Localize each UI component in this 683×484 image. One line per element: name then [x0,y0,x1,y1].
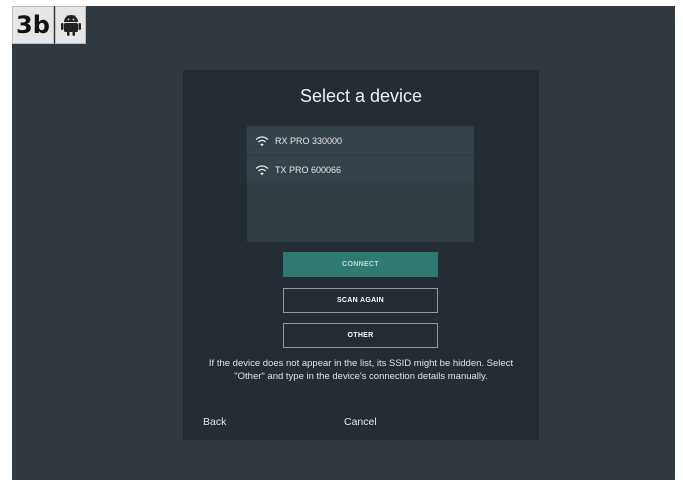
help-text: If the device does not appear in the lis… [208,358,514,382]
wifi-icon [255,135,269,146]
device-label: RX PRO 330000 [275,135,343,146]
wifi-icon [255,164,269,175]
device-list-item[interactable]: RX PRO 330000 [247,127,474,154]
cancel-button[interactable]: Cancel [344,416,377,428]
back-button[interactable]: Back [203,416,226,428]
android-badge [55,6,86,44]
android-icon [60,15,81,36]
device-list: RX PRO 330000 TX PRO 600066 [247,126,474,242]
other-button[interactable]: OTHER [283,323,438,348]
device-label: TX PRO 600066 [275,164,342,175]
connect-button[interactable]: CONNECT [283,252,438,277]
step-badge: 3b [12,6,54,44]
dialog-title: Select a device [299,86,423,106]
scan-again-button[interactable]: SCAN AGAIN [283,288,438,313]
device-list-item[interactable]: TX PRO 600066 [247,156,474,183]
